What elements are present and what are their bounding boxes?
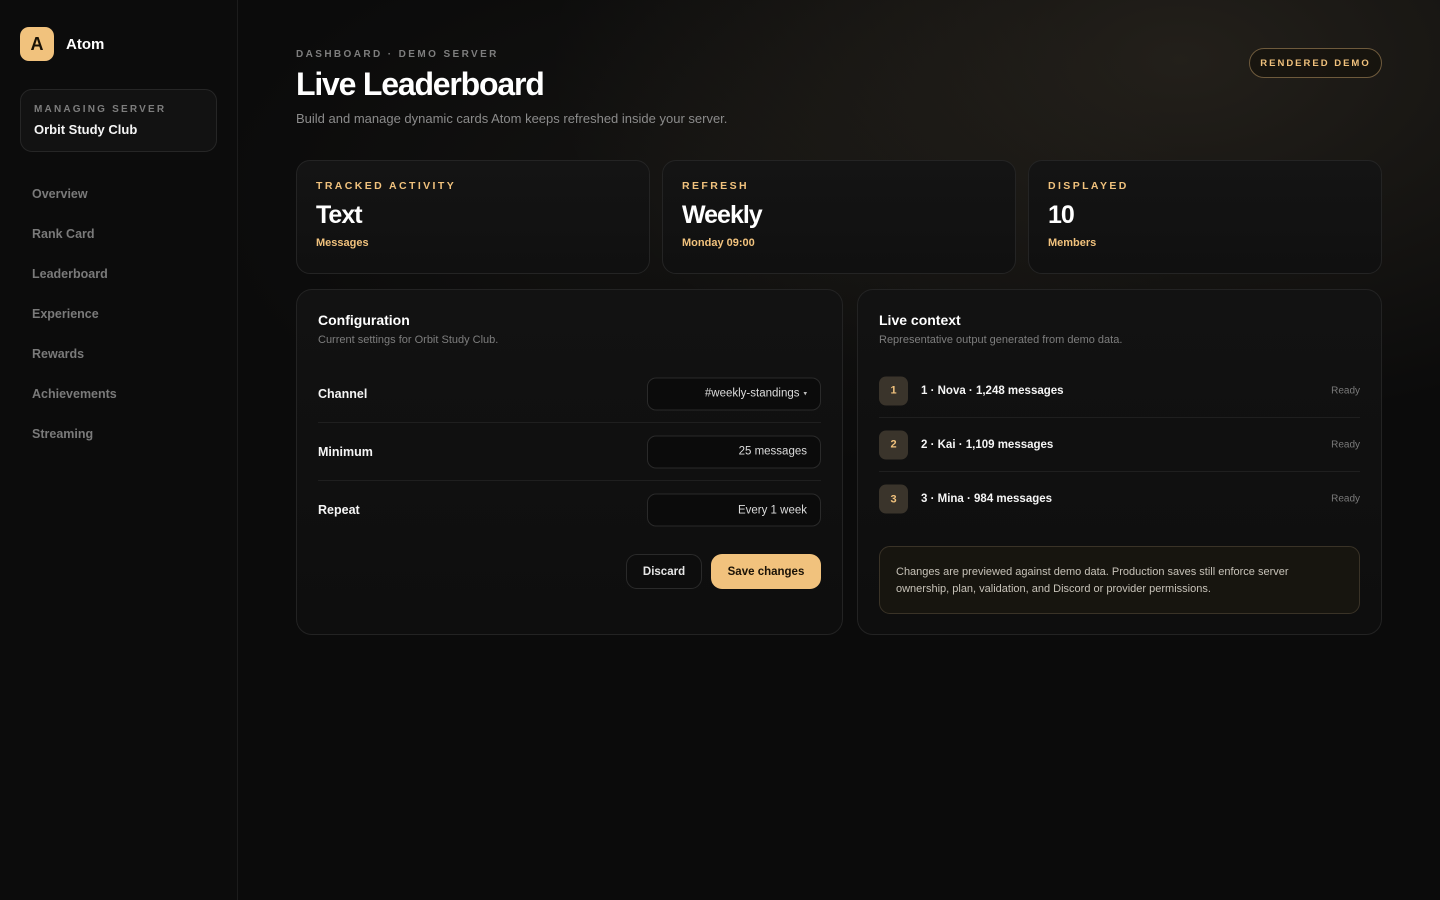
- preview-notice: Changes are previewed against demo data.…: [879, 546, 1360, 614]
- save-changes-button[interactable]: Save changes: [711, 554, 821, 589]
- server-selector[interactable]: MANAGING SERVER Orbit Study Club: [20, 89, 217, 152]
- entry-status: Ready: [1331, 385, 1360, 396]
- leaderboard-entry: 1 1 · Nova · 1,248 messages Ready: [879, 364, 1360, 418]
- stat-value: 10: [1048, 201, 1075, 229]
- rendered-demo-badge: RENDERED DEMO: [1249, 48, 1382, 78]
- server-label: MANAGING SERVER: [34, 104, 167, 115]
- panel-title: Live context: [879, 312, 961, 328]
- stat-sub: Monday 09:00: [682, 237, 755, 249]
- discard-button[interactable]: Discard: [626, 554, 702, 589]
- stat-card-displayed: DISPLAYED 10 Members: [1028, 160, 1382, 274]
- sidebar-item-achievements[interactable]: Achievements: [32, 384, 117, 424]
- repeat-field[interactable]: Every 1 week: [647, 493, 821, 527]
- panel-subtitle: Representative output generated from dem…: [879, 334, 1123, 346]
- stat-value: Text: [316, 201, 363, 229]
- stat-sub: Messages: [316, 237, 369, 249]
- brand[interactable]: A Atom: [20, 27, 104, 61]
- minimum-field[interactable]: 25 messages: [647, 435, 821, 468]
- leaderboard-entry: 3 3 · Mina · 984 messages Ready: [879, 472, 1360, 526]
- configuration-panel: Configuration Current settings for Orbit…: [296, 289, 843, 635]
- config-row-minimum: Minimum 25 messages: [318, 423, 821, 481]
- panel-subtitle: Current settings for Orbit Study Club.: [318, 334, 499, 346]
- brand-logo: A: [20, 27, 54, 61]
- panel-title: Configuration: [318, 312, 410, 328]
- page-title: Live Leaderboard: [296, 66, 545, 102]
- stat-label: TRACKED ACTIVITY: [316, 180, 457, 192]
- sidebar-item-experience[interactable]: Experience: [32, 304, 117, 344]
- stat-value: Weekly: [682, 201, 763, 229]
- sidebar-nav: Overview Rank Card Leaderboard Experienc…: [32, 184, 117, 464]
- sidebar-item-leaderboard[interactable]: Leaderboard: [32, 264, 117, 304]
- leaderboard-entry: 2 2 · Kai · 1,109 messages Ready: [879, 418, 1360, 472]
- main-content: DASHBOARD · DEMO SERVER Live Leaderboard…: [296, 0, 1382, 900]
- sidebar: A Atom MANAGING SERVER Orbit Study Club …: [0, 0, 238, 900]
- channel-label: Channel: [318, 386, 368, 401]
- page-subtitle: Build and manage dynamic cards Atom keep…: [296, 111, 728, 126]
- repeat-label: Repeat: [318, 503, 360, 517]
- rank-badge: 2: [879, 430, 908, 459]
- chevron-down-icon: ▾: [803, 390, 807, 398]
- brand-name: Atom: [66, 35, 105, 53]
- server-name: Orbit Study Club: [34, 122, 138, 137]
- sidebar-item-rank-card[interactable]: Rank Card: [32, 224, 117, 264]
- minimum-label: Minimum: [318, 444, 373, 459]
- entry-text: 2 · Kai · 1,109 messages: [921, 438, 1054, 451]
- stat-card-refresh: REFRESH Weekly Monday 09:00: [662, 160, 1016, 274]
- stat-label: REFRESH: [682, 180, 749, 192]
- stat-sub: Members: [1048, 237, 1097, 249]
- breadcrumb: DASHBOARD · DEMO SERVER: [296, 49, 499, 60]
- entry-status: Ready: [1331, 439, 1360, 450]
- config-row-repeat: Repeat Every 1 week: [318, 481, 821, 539]
- entry-status: Ready: [1331, 493, 1360, 505]
- sidebar-item-streaming[interactable]: Streaming: [32, 424, 117, 464]
- entry-text: 3 · Mina · 984 messages: [921, 493, 1053, 505]
- channel-value: #weekly-standings: [704, 387, 800, 400]
- stat-label: DISPLAYED: [1048, 180, 1129, 192]
- stat-card-tracked-activity: TRACKED ACTIVITY Text Messages: [296, 160, 650, 274]
- sidebar-item-overview[interactable]: Overview: [32, 184, 117, 224]
- sidebar-item-rewards[interactable]: Rewards: [32, 344, 117, 384]
- rank-badge: 1: [879, 376, 908, 405]
- entry-text: 1 · Nova · 1,248 messages: [921, 384, 1064, 397]
- live-context-panel: Live context Representative output gener…: [857, 289, 1382, 635]
- channel-select[interactable]: #weekly-standings ▾: [647, 377, 821, 410]
- config-row-channel: Channel #weekly-standings ▾: [318, 365, 821, 423]
- rank-badge: 3: [879, 484, 908, 514]
